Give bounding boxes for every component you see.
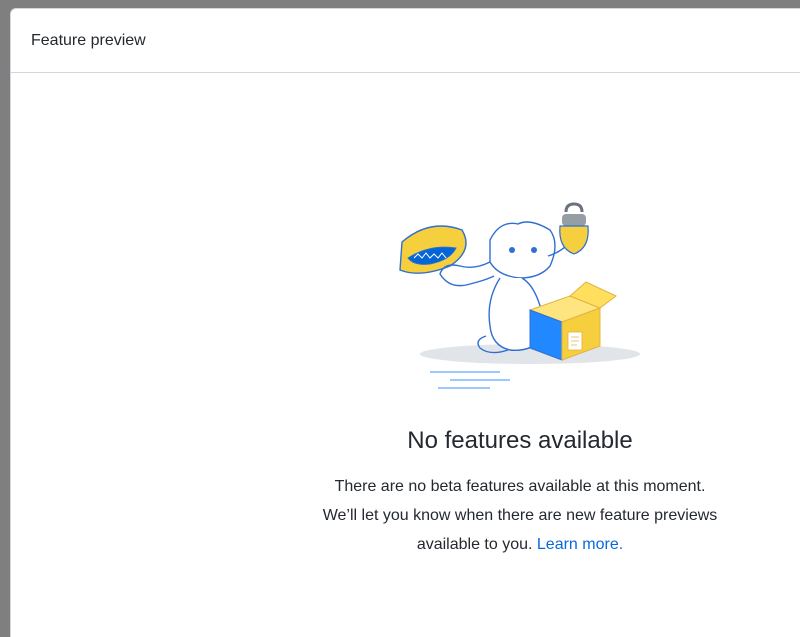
- octocat-unboxing-illustration: [399, 202, 640, 389]
- learn-more-link[interactable]: Learn more.: [537, 536, 623, 553]
- dialog-title: Feature preview: [31, 31, 146, 49]
- blankslate-description: There are no beta features available at …: [280, 472, 760, 559]
- yellow-cap-icon: [399, 225, 467, 274]
- description-line-2: We’ll let you know when there are new fe…: [322, 507, 718, 524]
- description-line-3-prefix: available to you.: [416, 536, 537, 553]
- blankslate-heading: No features available: [407, 427, 633, 454]
- dialog-header: Feature preview: [11, 9, 800, 73]
- description-line-1: There are no beta features available at …: [334, 478, 706, 495]
- blankslate: No features available There are no beta …: [270, 200, 770, 559]
- lightbulb-icon: [559, 202, 589, 255]
- description-line-3: available to you. Learn more.: [280, 530, 760, 559]
